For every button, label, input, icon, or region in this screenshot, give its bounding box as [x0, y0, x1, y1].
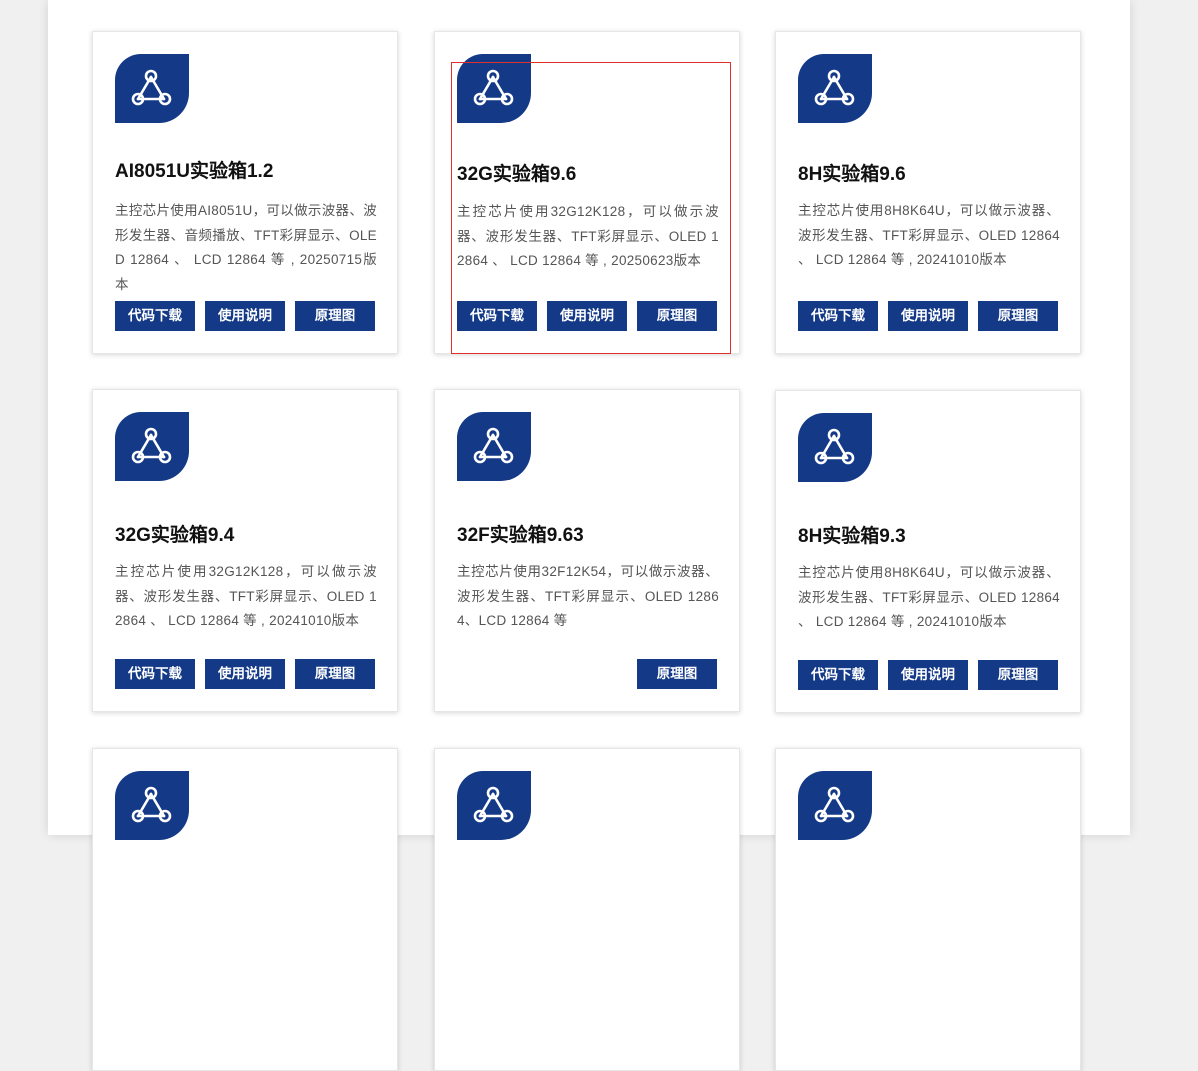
- manual-button[interactable]: 使用说明: [205, 301, 285, 331]
- card-buttons: 代码下载 使用说明 原理图: [457, 301, 719, 331]
- card-title: 8H实验箱9.6: [798, 164, 906, 185]
- card-title: 8H实验箱9.3: [798, 526, 906, 547]
- network-triangle-icon: [798, 771, 872, 840]
- manual-button[interactable]: 使用说明: [888, 301, 968, 331]
- product-card: [92, 748, 398, 1071]
- schematic-button[interactable]: 原理图: [637, 659, 717, 689]
- network-triangle-icon: [457, 771, 531, 840]
- schematic-button[interactable]: 原理图: [295, 301, 375, 331]
- code-download-button[interactable]: 代码下载: [115, 301, 195, 331]
- card-buttons: 代码下载 使用说明 原理图: [798, 660, 1060, 690]
- manual-button[interactable]: 使用说明: [205, 659, 285, 689]
- network-triangle-icon: [115, 54, 189, 123]
- network-triangle-icon: [115, 771, 189, 840]
- card-buttons: 代码下载 使用说明 原理图: [115, 659, 377, 689]
- code-download-button[interactable]: 代码下载: [798, 301, 878, 331]
- network-triangle-icon: [798, 54, 872, 123]
- card-description: 主控芯片使用32F12K54，可以做示波器、波形发生器、TFT彩屏显示、OLED…: [457, 564, 719, 628]
- product-card: AI8051U实验箱1.2 主控芯片使用AI8051U，可以做示波器、波形发生器…: [92, 31, 398, 354]
- product-card: 32G实验箱9.6 主控芯片使用32G12K128，可以做示波器、波形发生器、T…: [434, 31, 740, 354]
- card-buttons: 代码下载 使用说明 原理图: [798, 301, 1060, 331]
- card-title: AI8051U实验箱1.2: [115, 161, 274, 182]
- schematic-button[interactable]: 原理图: [295, 659, 375, 689]
- network-triangle-icon: [798, 413, 872, 482]
- schematic-button[interactable]: 原理图: [978, 301, 1058, 331]
- network-triangle-icon: [457, 412, 531, 481]
- product-card: 8H实验箱9.3 主控芯片使用8H8K64U，可以做示波器、波形发生器、TFT彩…: [775, 390, 1081, 713]
- card-description: 主控芯片使用32G12K128，可以做示波器、波形发生器、TFT彩屏显示、OLE…: [457, 204, 719, 268]
- card-description: 主控芯片使用8H8K64U，可以做示波器、波形发生器、TFT彩屏显示、OLED …: [798, 565, 1060, 629]
- card-buttons: 代码下载 使用说明 原理图: [115, 301, 377, 331]
- product-card: [775, 748, 1081, 1071]
- product-card: 32F实验箱9.63 主控芯片使用32F12K54，可以做示波器、波形发生器、T…: [434, 389, 740, 712]
- card-description: 主控芯片使用8H8K64U，可以做示波器、波形发生器、TFT彩屏显示、OLED …: [798, 203, 1060, 267]
- product-card: [434, 748, 740, 1071]
- code-download-button[interactable]: 代码下载: [798, 660, 878, 690]
- card-title: 32G实验箱9.6: [457, 164, 577, 185]
- card-description: 主控芯片使用AI8051U，可以做示波器、波形发生器、音频播放、TFT彩屏显示、…: [115, 203, 377, 292]
- page-container: AI8051U实验箱1.2 主控芯片使用AI8051U，可以做示波器、波形发生器…: [48, 0, 1130, 1071]
- card-description: 主控芯片使用32G12K128，可以做示波器、波形发生器、TFT彩屏显示、OLE…: [115, 564, 377, 628]
- schematic-button[interactable]: 原理图: [637, 301, 717, 331]
- product-card: 32G实验箱9.4 主控芯片使用32G12K128，可以做示波器、波形发生器、T…: [92, 389, 398, 712]
- network-triangle-icon: [457, 54, 531, 123]
- schematic-button[interactable]: 原理图: [978, 660, 1058, 690]
- card-title: 32F实验箱9.63: [457, 525, 584, 546]
- manual-button[interactable]: 使用说明: [547, 301, 627, 331]
- product-card: 8H实验箱9.6 主控芯片使用8H8K64U，可以做示波器、波形发生器、TFT彩…: [775, 31, 1081, 354]
- manual-button[interactable]: 使用说明: [888, 660, 968, 690]
- card-buttons: 原理图: [457, 659, 719, 689]
- code-download-button[interactable]: 代码下载: [457, 301, 537, 331]
- card-title: 32G实验箱9.4: [115, 525, 235, 546]
- code-download-button[interactable]: 代码下载: [115, 659, 195, 689]
- network-triangle-icon: [115, 412, 189, 481]
